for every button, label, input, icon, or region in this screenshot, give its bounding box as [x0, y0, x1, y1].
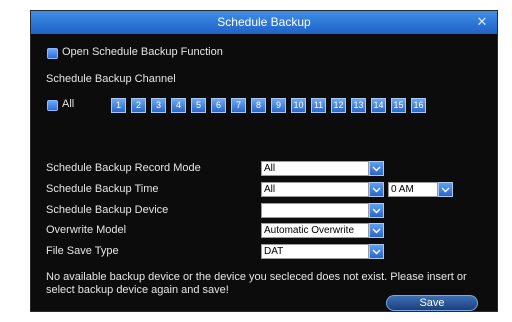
channel-button-16[interactable]: 16 — [411, 98, 426, 113]
schedule-backup-dialog: Schedule Backup ✕ Open Schedule Backup F… — [30, 10, 498, 312]
backup-device-label: Schedule Backup Device — [46, 204, 169, 216]
open-function-checkbox[interactable] — [47, 48, 58, 59]
open-function-label: Open Schedule Backup Function — [62, 46, 223, 58]
all-channels-label: All — [62, 98, 75, 110]
channel-button-8[interactable]: 8 — [251, 98, 266, 113]
channel-button-6[interactable]: 6 — [211, 98, 226, 113]
overwrite-model-select[interactable]: Automatic Overwrite — [261, 223, 369, 238]
close-icon[interactable]: ✕ — [475, 11, 489, 34]
record-mode-label: Schedule Backup Record Mode — [46, 162, 201, 174]
channel-button-15[interactable]: 15 — [391, 98, 406, 113]
warning-message-line2: select backup device again and save! — [46, 284, 229, 296]
backup-time-select[interactable]: All — [261, 182, 369, 197]
file-save-type-select[interactable]: DAT — [261, 244, 369, 259]
record-mode-select[interactable]: All — [261, 161, 369, 176]
channel-button-4[interactable]: 4 — [171, 98, 186, 113]
backup-device-dropdown-icon[interactable] — [369, 203, 384, 218]
channel-button-12[interactable]: 12 — [331, 98, 346, 113]
backup-hour-select[interactable]: 0 AM — [388, 182, 438, 197]
backup-time-label: Schedule Backup Time — [46, 183, 159, 195]
channel-section-label: Schedule Backup Channel — [46, 73, 176, 85]
dialog-title: Schedule Backup — [217, 15, 311, 29]
save-button[interactable]: Save — [386, 295, 478, 311]
channel-button-14[interactable]: 14 — [371, 98, 386, 113]
channel-button-5[interactable]: 5 — [191, 98, 206, 113]
channel-button-7[interactable]: 7 — [231, 98, 246, 113]
file-save-type-dropdown-icon[interactable] — [369, 244, 384, 259]
backup-time-dropdown-icon[interactable] — [369, 182, 384, 197]
backup-device-select[interactable] — [261, 203, 369, 218]
backup-hour-dropdown-icon[interactable] — [438, 182, 453, 197]
record-mode-dropdown-icon[interactable] — [369, 161, 384, 176]
file-save-type-label: File Save Type — [46, 245, 119, 257]
channel-button-13[interactable]: 13 — [351, 98, 366, 113]
channel-button-11[interactable]: 11 — [311, 98, 326, 113]
warning-message-line1: No available backup device or the device… — [46, 271, 467, 283]
channel-button-1[interactable]: 1 — [111, 98, 126, 113]
channel-button-9[interactable]: 9 — [271, 98, 286, 113]
title-bar: Schedule Backup ✕ — [31, 11, 497, 34]
overwrite-model-dropdown-icon[interactable] — [369, 223, 384, 238]
channel-button-3[interactable]: 3 — [151, 98, 166, 113]
all-channels-checkbox[interactable] — [47, 100, 58, 111]
channel-button-10[interactable]: 10 — [291, 98, 306, 113]
channel-button-2[interactable]: 2 — [131, 98, 146, 113]
overwrite-model-label: Overwrite Model — [46, 224, 127, 236]
